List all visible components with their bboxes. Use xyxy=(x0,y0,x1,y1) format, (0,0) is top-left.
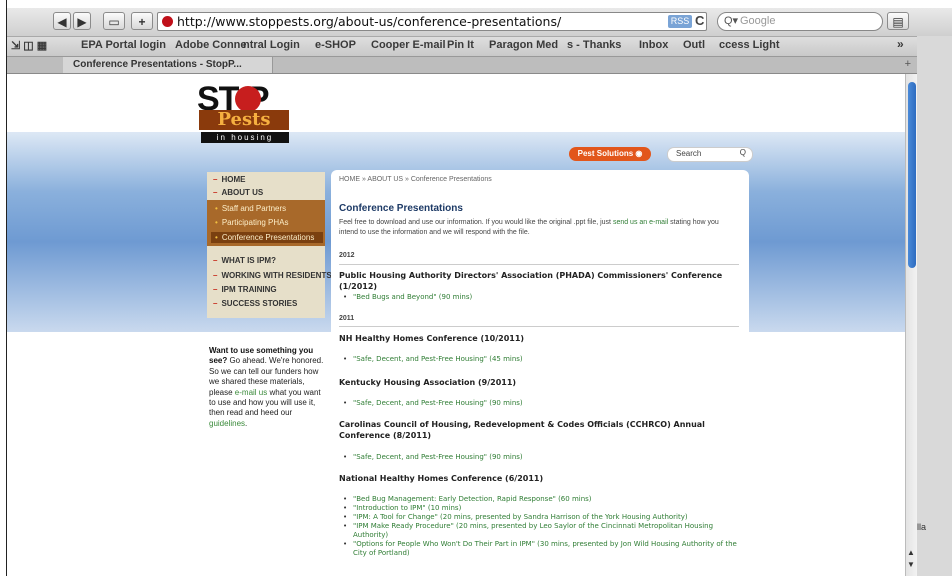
logo-housing-text: in housing xyxy=(201,132,289,143)
conference-heading: Carolinas Council of Housing, Redevelopm… xyxy=(339,420,705,440)
bookmark-item[interactable]: Outl xyxy=(683,39,705,51)
add-bookmark-button[interactable]: + xyxy=(131,12,153,30)
print-button[interactable]: ▤ xyxy=(887,12,909,30)
reload-button[interactable]: C xyxy=(695,13,704,28)
web-page: ST P Pests in housing Pest Solutions ◉ S… xyxy=(7,74,905,576)
presentation-link[interactable]: "Safe, Decent, and Pest-Free Housing" (9… xyxy=(343,453,743,462)
about-subnav: • Staff and Partners • Participating PHAs … xyxy=(207,200,325,246)
conference-heading: National Healthy Homes Conference (6/201… xyxy=(339,474,544,483)
presentation-link[interactable]: "Bed Bug Management: Early Detection, Ra… xyxy=(343,495,743,504)
nav-what-is-ipm[interactable]: – WHAT IS IPM? xyxy=(213,256,276,265)
bookmark-item[interactable]: e-SHOP xyxy=(315,39,356,51)
send-email-link[interactable]: send us an e-mail xyxy=(613,219,668,226)
conference-heading: Public Housing Authority Directors' Asso… xyxy=(339,271,723,291)
back-button[interactable]: ◀ xyxy=(53,12,71,30)
nav-participating-phas[interactable]: • Participating PHAs xyxy=(215,218,289,227)
adjacent-window-edge: lla xyxy=(917,36,952,576)
bookmark-item[interactable]: s - Thanks xyxy=(567,39,621,51)
year-heading: 2012 xyxy=(339,252,355,259)
email-us-link[interactable]: e-mail us xyxy=(235,388,267,397)
nav-staff-partners[interactable]: • Staff and Partners xyxy=(215,204,286,213)
sidebar-toggle-button[interactable]: ▭ xyxy=(103,12,125,30)
conference-heading: NH Healthy Homes Conference (10/2011) xyxy=(339,334,525,343)
bookmarks-bar: ⇲ ◫ ▦ EPA Portal login Adobe Conne ntral… xyxy=(7,37,952,57)
site-favicon-icon xyxy=(162,16,173,27)
search-input[interactable]: Q▾ Google xyxy=(717,12,883,31)
divider xyxy=(339,326,739,327)
nav-home[interactable]: – HOME xyxy=(213,175,245,184)
search-placeholder: Google xyxy=(740,15,776,27)
site-logo[interactable]: ST P Pests in housing xyxy=(197,80,289,144)
bookmark-item[interactable]: ccess Light xyxy=(719,39,780,51)
guidelines-link[interactable]: guidelines xyxy=(209,419,245,428)
presentation-link[interactable]: "Bed Bugs and Beyond" (90 mins) xyxy=(343,293,743,302)
nav-success-stories[interactable]: – SUCCESS STORIES xyxy=(213,299,297,308)
scroll-down-arrow-icon[interactable]: ▼ xyxy=(907,560,915,569)
breadcrumb: HOME » ABOUT US » Conference Presentatio… xyxy=(339,176,492,183)
scroll-up-arrow-icon[interactable]: ▲ xyxy=(907,548,915,557)
intro-text: Feel free to download and use our inform… xyxy=(339,219,719,236)
logo-pests-text: Pests xyxy=(199,110,289,130)
scrollbar-thumb[interactable] xyxy=(908,82,916,268)
browser-toolbar: ◀ ▶ ▭ + http://www.stoppests.org/about-u… xyxy=(7,8,952,37)
sidebar-icon: ▭ xyxy=(108,15,120,29)
bookmarks-more-button[interactable]: » xyxy=(897,37,904,51)
search-icon: Q▾ xyxy=(724,15,739,27)
printer-icon: ▤ xyxy=(892,15,904,29)
divider xyxy=(339,264,739,265)
bookmark-item[interactable]: Inbox xyxy=(639,39,668,51)
bookmark-item[interactable]: EPA Portal login xyxy=(81,39,166,51)
presentation-link[interactable]: "IPM Make Ready Procedure" (20 mins, pre… xyxy=(343,522,743,539)
presentation-link[interactable]: "Options for People Who Won't Do Their P… xyxy=(343,540,743,557)
nav-conference-presentations[interactable]: • Conference Presentations xyxy=(215,233,314,242)
presentation-link[interactable]: "Safe, Decent, and Pest-Free Housing" (4… xyxy=(343,355,743,364)
site-search-input[interactable]: Search Q xyxy=(667,147,753,162)
search-icon: Q xyxy=(739,148,746,157)
rss-button[interactable]: RSS xyxy=(668,15,692,28)
bookmark-item[interactable]: Paragon Med xyxy=(489,39,558,51)
forward-button[interactable]: ▶ xyxy=(73,12,91,30)
new-tab-button[interactable]: + xyxy=(905,58,911,70)
bookmark-item[interactable]: ntral Login xyxy=(243,39,300,51)
presentation-link[interactable]: "Introduction to IPM" (10 mins) xyxy=(343,504,743,513)
tab-conference-presentations[interactable]: Conference Presentations - StopP... xyxy=(63,57,273,73)
bookmark-item[interactable]: Pin It xyxy=(447,39,474,51)
nav-working-with-residents[interactable]: – WORKING WITH RESIDENTS xyxy=(213,271,332,280)
address-text: http://www.stoppests.org/about-us/confer… xyxy=(177,14,562,29)
year-heading: 2011 xyxy=(339,315,355,322)
pest-solutions-button[interactable]: Pest Solutions ◉ xyxy=(569,147,651,161)
tab-bar: Conference Presentations - StopP... + xyxy=(7,57,952,74)
bookmark-item[interactable]: Cooper E-mail xyxy=(371,39,446,51)
nav-about-us[interactable]: – ABOUT US xyxy=(213,188,263,197)
nav-ipm-training[interactable]: – IPM TRAINING xyxy=(213,285,277,294)
address-bar[interactable]: http://www.stoppests.org/about-us/confer… xyxy=(157,12,707,31)
main-content: HOME » ABOUT US » Conference Presentatio… xyxy=(331,170,749,576)
bookmark-item[interactable]: Adobe Conne xyxy=(175,39,247,51)
conference-heading: Kentucky Housing Association (9/2011) xyxy=(339,378,517,387)
presentation-link[interactable]: "IPM: A Tool for Change" (20 mins, prese… xyxy=(343,513,743,522)
adjacent-window-text: lla xyxy=(917,522,927,532)
sidebar-nav: – HOME – ABOUT US • Staff and Partners • Par… xyxy=(207,172,332,318)
browser-window: ◀ ▶ ▭ + http://www.stoppests.org/about-u… xyxy=(6,0,952,576)
page-title: Conference Presentations xyxy=(339,203,463,214)
presentation-link[interactable]: "Safe, Decent, and Pest-Free Housing" (9… xyxy=(343,399,743,408)
bookmarks-icon[interactable]: ⇲ ◫ ▦ xyxy=(11,39,47,52)
promo-box: Want to use something you see? Go ahead.… xyxy=(209,346,324,428)
site-search-label: Search xyxy=(676,149,702,158)
